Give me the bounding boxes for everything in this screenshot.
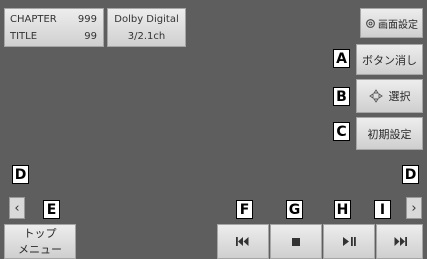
page-right-button[interactable]: ›	[406, 197, 422, 219]
callout-f: F	[236, 200, 253, 219]
callout-b: B	[333, 87, 350, 106]
select-button[interactable]: 選択	[356, 79, 423, 113]
callout-d-left: D	[12, 165, 29, 184]
play-pause-button[interactable]	[323, 224, 375, 259]
chapter-label: CHAPTER	[10, 14, 57, 25]
screen-settings-button[interactable]: 画面設定	[360, 8, 423, 38]
previous-chapter-button[interactable]	[217, 224, 269, 259]
select-label: 選択	[388, 90, 411, 103]
gear-icon	[366, 18, 375, 28]
callout-a: A	[333, 49, 350, 68]
audio-format: Dolby Digital	[114, 14, 179, 25]
title-label: TITLE	[10, 31, 38, 42]
callout-h: H	[334, 200, 351, 219]
next-chapter-icon	[394, 237, 407, 246]
callout-e: E	[43, 200, 60, 219]
audio-format-display: Dolby Digital 3/2.1ch	[107, 8, 186, 47]
callout-i: I	[374, 200, 391, 219]
chapter-value: 999	[77, 14, 97, 25]
previous-chapter-icon	[236, 237, 249, 246]
top-menu-label-line2: メニュー	[18, 242, 62, 256]
title-value: 99	[84, 31, 97, 42]
top-menu-button[interactable]: トップ メニュー	[4, 224, 76, 259]
direction-pad-icon	[368, 89, 383, 103]
stop-button[interactable]	[270, 224, 322, 259]
stop-icon	[292, 237, 300, 246]
next-chapter-button[interactable]	[376, 224, 423, 259]
hide-buttons-button[interactable]: ボタン消し	[356, 44, 423, 75]
callout-d-right: D	[402, 165, 419, 184]
chevron-right-icon: ›	[411, 200, 417, 216]
screen-settings-label: 画面設定	[378, 19, 418, 31]
hide-buttons-label: ボタン消し	[362, 53, 417, 67]
callout-c: C	[333, 122, 350, 141]
initial-settings-button[interactable]: 初期設定	[356, 117, 423, 150]
top-menu-label-line1: トップ	[23, 226, 57, 240]
chapter-title-display: CHAPTER 999 TITLE 99	[4, 8, 104, 47]
audio-channels: 3/2.1ch	[127, 31, 166, 42]
initial-settings-label: 初期設定	[367, 127, 412, 141]
page-left-button[interactable]: ‹	[9, 197, 25, 219]
dvd-player-screen: CHAPTER 999 TITLE 99 Dolby Digital 3/2.1…	[0, 0, 427, 259]
chevron-left-icon: ‹	[14, 200, 20, 216]
play-pause-icon	[342, 237, 356, 246]
callout-g: G	[286, 200, 303, 219]
